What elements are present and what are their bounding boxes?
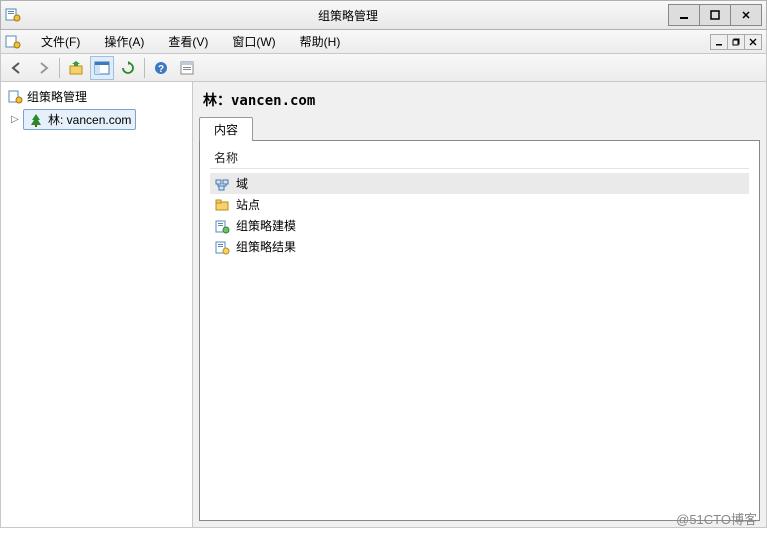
tree-root[interactable]: 组策略管理: [5, 86, 188, 107]
list-item-label: 组策略建模: [236, 217, 296, 234]
tab-row: 内容: [199, 116, 760, 140]
list-item-modeling[interactable]: 组策略建模: [210, 215, 749, 236]
heading-prefix: 林：: [203, 93, 231, 109]
minimize-button[interactable]: [668, 4, 700, 26]
menubar: 文件(F) 操作(A) 查看(V) 窗口(W) 帮助(H): [0, 30, 767, 54]
mdi-minimize-button[interactable]: [710, 34, 728, 50]
svg-text:?: ?: [158, 64, 164, 75]
window-controls: [669, 4, 762, 26]
forward-button[interactable]: [31, 56, 55, 80]
list-item-label: 组策略结果: [236, 238, 296, 255]
toolbar-separator: [59, 58, 60, 78]
refresh-button[interactable]: [116, 56, 140, 80]
tree-root-label: 组策略管理: [27, 88, 87, 105]
close-button[interactable]: [730, 4, 762, 26]
show-hide-tree-button[interactable]: [90, 56, 114, 80]
tree-forest-label: 林: vancen.com: [48, 111, 131, 128]
menu-help[interactable]: 帮助(H): [292, 31, 349, 52]
expander-icon[interactable]: ▷: [11, 114, 21, 125]
gpmc-icon: [7, 89, 23, 105]
forest-icon: [28, 112, 44, 128]
tree-forest-node[interactable]: 林: vancen.com: [23, 109, 136, 130]
column-name[interactable]: 名称: [210, 147, 749, 169]
list-item-sites[interactable]: 站点: [210, 194, 749, 215]
list-item-domains[interactable]: 域: [210, 173, 749, 194]
up-level-button[interactable]: [64, 56, 88, 80]
heading-domain: vancen.com: [231, 93, 315, 109]
modeling-icon: [214, 218, 230, 234]
menu-file[interactable]: 文件(F): [33, 31, 88, 52]
titlebar: 组策略管理: [0, 0, 767, 30]
tree-forest-row[interactable]: ▷ 林: vancen.com: [11, 109, 188, 130]
watermark: @51CTO博客: [676, 509, 757, 528]
toolbar-separator: [144, 58, 145, 78]
results-icon: [214, 239, 230, 255]
help-button[interactable]: ?: [149, 56, 173, 80]
menu-view[interactable]: 查看(V): [160, 31, 216, 52]
toolbar: ?: [0, 54, 767, 82]
list-item-results[interactable]: 组策略结果: [210, 236, 749, 257]
menu-action[interactable]: 操作(A): [96, 31, 152, 52]
maximize-button[interactable]: [699, 4, 731, 26]
list-box[interactable]: 名称 域 站点 组策略建模: [199, 140, 760, 521]
tab-content[interactable]: 内容: [199, 117, 253, 141]
mdi-close-button[interactable]: [744, 34, 762, 50]
list-item-label: 域: [236, 175, 248, 192]
back-button[interactable]: [5, 56, 29, 80]
tree-pane[interactable]: 组策略管理 ▷ 林: vancen.com: [1, 82, 193, 527]
content-area: 组策略管理 ▷ 林: vancen.com 林：vancen.com 内容 名称: [0, 82, 767, 528]
mdi-controls: [711, 34, 762, 50]
mdi-restore-button[interactable]: [727, 34, 745, 50]
list-item-label: 站点: [236, 196, 260, 213]
detail-pane: 林：vancen.com 内容 名称 域 站点: [193, 82, 766, 527]
app-icon: [5, 7, 21, 23]
mmc-icon: [5, 34, 21, 50]
domains-icon: [214, 176, 230, 192]
properties-button[interactable]: [175, 56, 199, 80]
window-title: 组策略管理: [27, 7, 669, 24]
sites-icon: [214, 197, 230, 213]
detail-heading: 林：vancen.com: [199, 88, 760, 116]
menu-window[interactable]: 窗口(W): [224, 31, 283, 52]
